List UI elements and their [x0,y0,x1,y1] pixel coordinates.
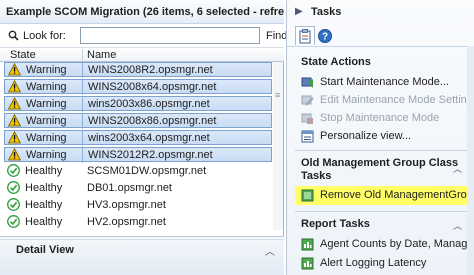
results-grid: Warning WINS2008R2.opsmgr.net Warning WINS2… [0,62,272,230]
table-row[interactable]: Warning wins2003x86.opsmgr.net [4,96,272,112]
warning-icon [7,113,22,127]
warning-icon [7,62,22,76]
table-row[interactable]: Warning WINS2008x64.opsmgr.net [4,79,272,95]
warning-icon [7,147,22,161]
tasks-tab-strip: ? [287,24,474,47]
section-divider [295,211,467,212]
state-cell: Healthy [25,199,63,211]
maintenance-edit-icon [301,94,314,107]
task-agent-counts-report[interactable]: Agent Counts by Date, Management G [301,237,473,253]
report-tasks-title: Report Tasks [301,218,370,230]
chevron-up-icon[interactable]: ︿ [265,243,275,258]
name-cell: wins2003x86.opsmgr.net [88,98,210,110]
cell-divider [82,131,83,146]
cell-divider [82,148,83,163]
old-mg-tasks-title-line2: Tasks [301,170,332,182]
cell-divider [82,97,83,112]
report-icon [301,238,314,251]
state-cell: Healthy [25,182,63,194]
task-start-maintenance-mode[interactable]: Start Maintenance Mode... [301,75,473,91]
section-divider [295,150,467,151]
name-cell: HV3.opsmgr.net [87,199,166,211]
healthy-check-icon [7,215,20,228]
warning-icon [7,130,22,144]
cell-divider [82,114,83,129]
maintenance-stop-icon [301,112,314,125]
chevron-up-icon[interactable]: ︿ [453,162,462,175]
state-cell: Warning [26,64,67,76]
task-remove-old-management-group[interactable]: Remove Old ManagementGroup [301,188,473,204]
name-cell: WINS2008x64.opsmgr.net [88,81,217,93]
scroll-grip-icon[interactable]: ≡ [275,90,280,100]
old-mg-tasks-title-line1: Old Management Group Class [301,157,459,169]
table-row[interactable]: Healthy SCSM01DW.opsmgr.net [4,164,272,179]
task-icon [301,189,314,202]
name-cell: wins2003x64.opsmgr.net [88,132,210,144]
name-cell: WINS2008R2.opsmgr.net [88,64,213,76]
table-row[interactable]: Healthy DB01.opsmgr.net [4,181,272,196]
personalize-icon [301,130,314,143]
task-edit-maintenance-mode[interactable]: Edit Maintenance Mode Settings... [301,93,473,109]
cell-divider [82,63,83,78]
view-title: Example SCOM Migration (26 items, 6 sele… [0,0,284,24]
detail-view-title: Detail View [16,244,74,256]
warning-icon [7,96,22,110]
healthy-check-icon [7,164,20,177]
healthy-check-icon [7,198,20,211]
collapse-right-icon[interactable]: ▶ [295,6,303,17]
column-divider[interactable] [82,49,83,61]
tab-help[interactable]: ? [317,28,333,44]
tab-tasks[interactable] [295,26,315,45]
table-row[interactable]: Warning wins2003x64.opsmgr.net [4,130,272,146]
name-cell: WINS2012R2.opsmgr.net [88,149,213,161]
state-cell: Warning [26,98,67,110]
cell-divider [82,80,83,95]
state-actions-title: State Actions [301,56,371,68]
detail-divider [0,239,284,240]
task-alert-logging-latency-report[interactable]: Alert Logging Latency [301,256,473,272]
name-cell: SCSM01DW.opsmgr.net [87,165,207,177]
state-cell: Warning [26,81,67,93]
state-cell: Warning [26,115,67,127]
tasks-pane: ▶ Tasks ? State Actions Start Maintenanc… [286,0,474,275]
warning-icon [7,79,22,93]
look-for-input[interactable] [80,27,260,44]
maintenance-start-icon [301,76,314,89]
state-view-pane: Example SCOM Migration (26 items, 6 sele… [0,0,298,275]
state-cell: Warning [26,149,67,161]
vertical-scrollbar[interactable]: ≡ [273,62,283,230]
look-for-label: Look for: [23,30,66,42]
search-icon [8,30,19,44]
clipboard-icon [299,29,311,44]
task-personalize-view[interactable]: Personalize view... [301,129,473,145]
healthy-check-icon [7,181,20,194]
tasks-title: Tasks [311,6,342,18]
table-row[interactable]: Warning WINS2008x86.opsmgr.net [4,113,272,129]
detail-view-panel: Detail View ︿ [0,236,284,275]
tasks-scrollbar[interactable] [467,46,474,275]
state-cell: Warning [26,132,67,144]
chevron-up-icon[interactable]: ︿ [453,219,462,232]
svg-text:?: ? [322,32,328,43]
column-header-name[interactable]: Name [87,49,116,61]
name-cell: WINS2008x86.opsmgr.net [88,115,217,127]
column-header-row: State Name [0,48,284,62]
state-cell: Healthy [25,216,63,228]
table-row[interactable]: Warning WINS2008R2.opsmgr.net [4,62,272,78]
column-header-state[interactable]: State [10,49,36,61]
name-cell: HV2.opsmgr.net [87,216,166,228]
search-bar: Look for: Find N [0,24,298,48]
state-cell: Healthy [25,165,63,177]
table-row[interactable]: Warning WINS2012R2.opsmgr.net [4,147,272,163]
table-row[interactable]: Healthy HV3.opsmgr.net [4,198,272,213]
report-icon [301,257,314,270]
table-row[interactable]: Healthy HV2.opsmgr.net [4,215,272,230]
help-icon: ? [318,29,332,43]
name-cell: DB01.opsmgr.net [87,182,172,194]
tasks-header: ▶ Tasks [287,0,474,24]
task-stop-maintenance-mode[interactable]: Stop Maintenance Mode [301,111,473,127]
